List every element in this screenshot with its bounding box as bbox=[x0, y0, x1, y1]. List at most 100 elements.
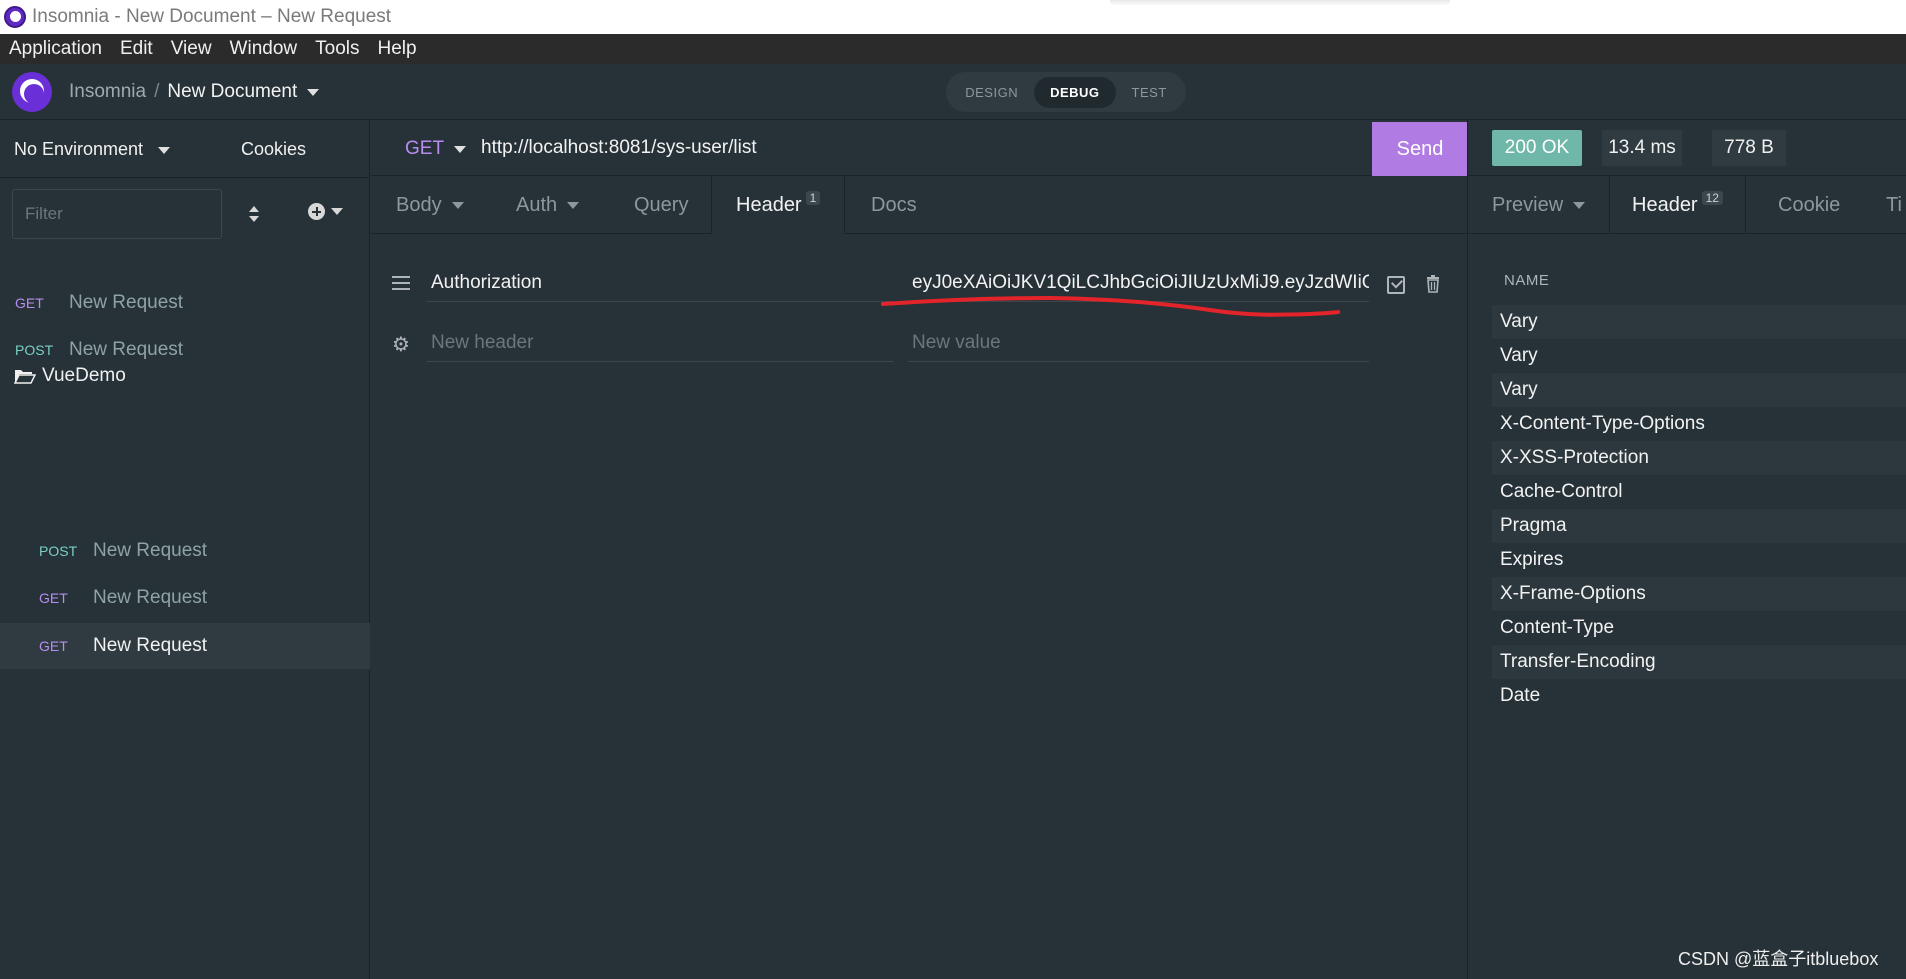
sort-icon[interactable] bbox=[247, 204, 261, 224]
menu-application[interactable]: Application bbox=[9, 38, 102, 60]
request-method: GET bbox=[15, 295, 44, 311]
request-name: New Request bbox=[69, 339, 184, 360]
response-pane: 200 OK 13.4 ms 778 B Preview Header 12 C… bbox=[1467, 120, 1906, 979]
watermark-text: CSDN @蓝盒子itbluebox bbox=[1678, 949, 1879, 969]
insomnia-logo-icon[interactable] bbox=[12, 72, 52, 112]
tab-label: Auth bbox=[516, 193, 558, 216]
new-value-input[interactable]: New value bbox=[908, 324, 1369, 362]
tab-label: Ti bbox=[1886, 193, 1902, 216]
method-label: GET bbox=[405, 138, 445, 159]
response-status-bar: 200 OK 13.4 ms 778 B bbox=[1468, 120, 1906, 176]
tab-query[interactable]: Query bbox=[634, 176, 688, 234]
tab-label: Preview bbox=[1492, 193, 1564, 216]
checkbox-icon[interactable] bbox=[1387, 276, 1405, 294]
menu-view[interactable]: View bbox=[171, 38, 212, 60]
tab-label: Body bbox=[396, 193, 442, 216]
sidebar-request-item[interactable]: GET New Request bbox=[0, 280, 370, 326]
response-header-row: Content-Type bbox=[1500, 617, 1615, 638]
cookies-button[interactable]: Cookies bbox=[241, 139, 306, 160]
window-titlebar: Insomnia - New Document – New Request bbox=[0, 0, 1906, 34]
response-header-row: Transfer-Encoding bbox=[1492, 645, 1906, 679]
breadcrumb-workspace[interactable]: Insomnia bbox=[69, 81, 146, 103]
response-header-row: Pragma bbox=[1492, 509, 1906, 543]
mode-debug[interactable]: DEBUG bbox=[1034, 76, 1116, 108]
url-bar: GET http://localhost:8081/sys-user/list … bbox=[371, 120, 1468, 176]
sidebar: No Environment Cookies GET New Request P… bbox=[0, 120, 370, 979]
tab-label: Header bbox=[1632, 193, 1698, 216]
sidebar-request-item[interactable]: POST New Request bbox=[0, 528, 370, 574]
request-name: New Request bbox=[93, 540, 208, 561]
app-logo-icon bbox=[4, 6, 26, 28]
request-name: New Request bbox=[93, 587, 208, 608]
request-method: POST bbox=[39, 543, 78, 559]
response-header-row: X-XSS-Protection bbox=[1492, 441, 1906, 475]
tab-label: Cookie bbox=[1778, 193, 1841, 216]
method-select[interactable]: GET bbox=[405, 138, 467, 160]
response-header-row: Date bbox=[1500, 685, 1541, 706]
sidebar-folder-vuedemo[interactable]: VueDemo bbox=[14, 365, 126, 387]
url-input[interactable]: http://localhost:8081/sys-user/list bbox=[481, 137, 757, 159]
request-name: New Request bbox=[93, 635, 208, 656]
red-underline-annotation bbox=[881, 295, 1341, 317]
tab-response-header[interactable]: Header 12 bbox=[1609, 176, 1746, 233]
gear-icon[interactable]: ⚙ bbox=[392, 335, 410, 355]
response-header-row: Expires bbox=[1500, 549, 1564, 570]
environment-label: No Environment bbox=[14, 139, 144, 159]
request-pane: GET http://localhost:8081/sys-user/list … bbox=[371, 120, 1468, 979]
response-header-row: X-Content-Type-Options bbox=[1500, 413, 1705, 434]
response-size: 778 B bbox=[1712, 130, 1786, 166]
plus-circle-icon bbox=[308, 203, 325, 220]
column-header-name: NAME bbox=[1504, 272, 1550, 289]
send-button[interactable]: Send bbox=[1372, 122, 1468, 176]
environment-row: No Environment Cookies bbox=[0, 120, 370, 178]
breadcrumb-document[interactable]: New Document bbox=[167, 81, 297, 103]
mode-design[interactable]: DESIGN bbox=[949, 77, 1034, 108]
response-header-row: Vary bbox=[1492, 373, 1906, 407]
chevron-down-icon bbox=[451, 201, 464, 209]
sidebar-request-item-active[interactable]: GET New Request bbox=[0, 623, 370, 669]
menu-tools[interactable]: Tools bbox=[315, 38, 359, 60]
tab-header[interactable]: Header 1 bbox=[711, 176, 846, 234]
add-request-button[interactable] bbox=[308, 203, 343, 220]
tab-body[interactable]: Body bbox=[396, 176, 464, 234]
folder-name: VueDemo bbox=[42, 365, 126, 386]
header-name-field[interactable]: Authorization bbox=[427, 264, 893, 302]
mode-switch: DESIGN DEBUG TEST bbox=[946, 72, 1186, 112]
tab-timeline[interactable]: Ti bbox=[1886, 176, 1902, 233]
request-method: GET bbox=[39, 590, 68, 606]
chevron-down-icon bbox=[567, 201, 580, 209]
count-badge: 1 bbox=[805, 191, 821, 205]
menu-help[interactable]: Help bbox=[377, 38, 416, 60]
tab-label: Header bbox=[736, 193, 802, 216]
tab-cookie[interactable]: Cookie bbox=[1778, 176, 1841, 233]
status-badge: 200 OK bbox=[1492, 130, 1582, 166]
sidebar-request-item[interactable]: GET New Request bbox=[0, 575, 370, 621]
request-tabs: Body Auth Query Header 1 Docs bbox=[371, 176, 1467, 234]
request-method: GET bbox=[39, 638, 68, 654]
response-header-row: Cache-Control bbox=[1500, 481, 1623, 502]
tab-auth[interactable]: Auth bbox=[516, 176, 580, 234]
menu-window[interactable]: Window bbox=[230, 38, 298, 60]
trash-icon[interactable] bbox=[1426, 275, 1440, 293]
tab-label: Docs bbox=[871, 193, 917, 216]
response-tabs: Preview Header 12 Cookie Ti bbox=[1468, 176, 1906, 234]
chevron-down-icon[interactable] bbox=[307, 88, 320, 96]
chevron-down-icon bbox=[331, 208, 343, 215]
count-badge: 12 bbox=[1701, 191, 1723, 205]
app-header: Insomnia / New Document DESIGN DEBUG TES… bbox=[0, 64, 1906, 120]
folder-open-icon bbox=[14, 370, 36, 384]
response-header-row: X-Frame-Options bbox=[1492, 577, 1906, 611]
chevron-down-icon bbox=[454, 145, 467, 153]
menu-edit[interactable]: Edit bbox=[120, 38, 153, 60]
environment-select[interactable]: No Environment bbox=[14, 139, 171, 160]
new-header-input[interactable]: New header bbox=[427, 324, 893, 362]
drag-handle-icon[interactable] bbox=[392, 276, 410, 290]
tab-docs[interactable]: Docs bbox=[871, 176, 917, 234]
tab-preview[interactable]: Preview bbox=[1492, 176, 1586, 233]
response-header-row: Vary bbox=[1500, 345, 1538, 366]
titlebar-shadow bbox=[1110, 0, 1450, 6]
filter-input[interactable] bbox=[12, 189, 222, 239]
chevron-down-icon bbox=[158, 146, 171, 154]
request-method: POST bbox=[15, 342, 54, 358]
mode-test[interactable]: TEST bbox=[1116, 77, 1183, 108]
